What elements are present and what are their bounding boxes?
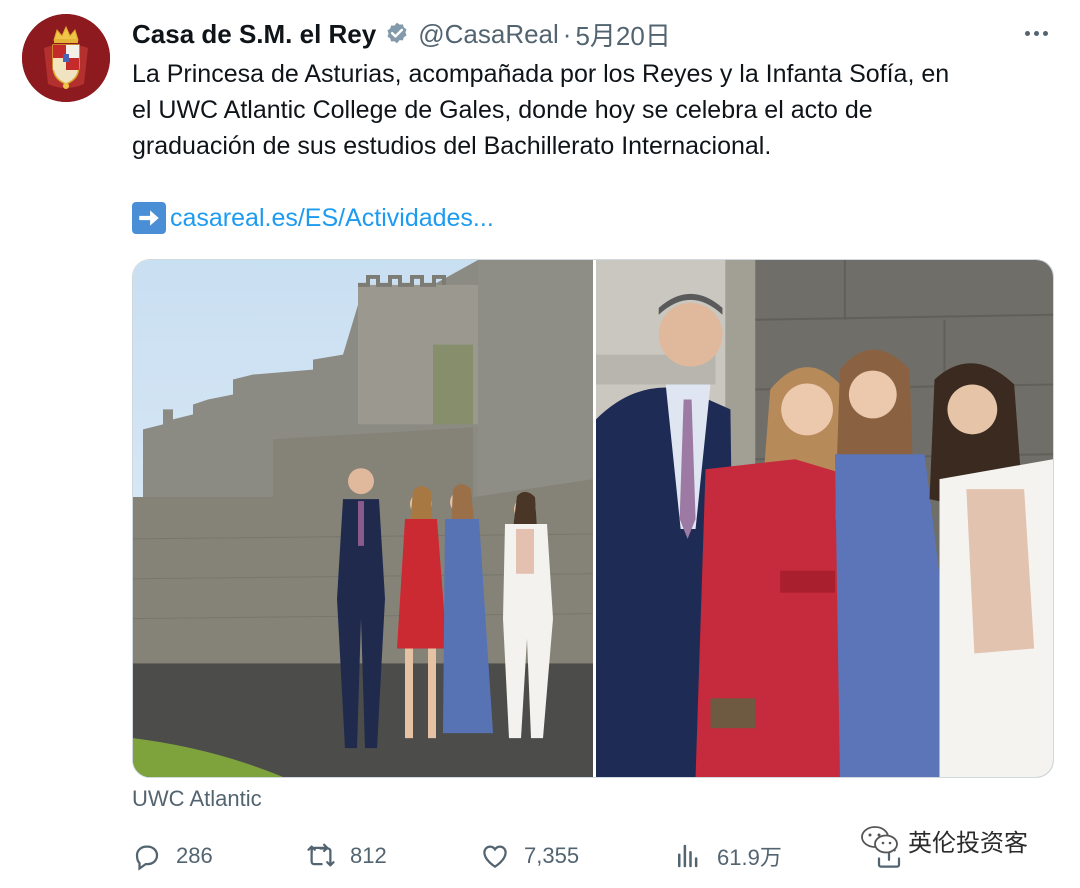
analytics-icon <box>678 844 698 868</box>
coat-of-arms-icon <box>22 14 110 102</box>
tweet-text-line: La Princesa de Asturias, acompañada por … <box>132 60 950 88</box>
like-count: 7,355 <box>524 843 580 868</box>
reply-button[interactable]: 286 <box>132 836 213 876</box>
author-handle[interactable]: @CasaReal <box>418 19 559 50</box>
tweet-media[interactable] <box>132 259 1054 778</box>
wechat-watermark: 英伦投资客 <box>860 822 1028 858</box>
media-location-label[interactable]: UWC Atlantic <box>132 786 262 812</box>
family-closeup-photo-image <box>596 260 1053 777</box>
views-button[interactable]: 61.9万 <box>673 836 782 876</box>
author-avatar[interactable] <box>22 14 110 102</box>
more-options-button[interactable] <box>1020 20 1052 46</box>
dot-icon <box>1024 30 1030 36</box>
external-link[interactable]: casareal.es/ES/Actividades... <box>170 204 494 233</box>
tweet-link-row: casareal.es/ES/Actividades... <box>132 200 494 236</box>
tweet-text-line: graduación de sus estudios del Bachiller… <box>132 132 772 160</box>
dot-icon <box>1033 30 1039 36</box>
reply-count: 286 <box>176 843 213 868</box>
dot-icon <box>1042 30 1048 36</box>
tweet-text-line: el UWC Atlantic College de Gales, donde … <box>132 96 873 124</box>
heart-icon <box>483 845 507 868</box>
header-separator: · <box>562 18 572 49</box>
retweet-count: 812 <box>350 843 387 868</box>
media-photo-2[interactable] <box>596 260 1053 777</box>
views-count: 61.9万 <box>717 845 782 870</box>
tweet-text: La Princesa de Asturias, acompañada por … <box>132 56 1052 164</box>
reply-icon <box>135 845 159 871</box>
tweet-date[interactable]: 5月20日 <box>575 16 670 53</box>
retweet-icon <box>307 843 335 867</box>
media-photo-1[interactable] <box>133 260 593 777</box>
like-button[interactable]: 7,355 <box>480 836 579 876</box>
family-at-castle-photo-image <box>133 260 593 777</box>
wechat-icon <box>861 826 898 854</box>
verified-badge-icon <box>384 21 410 47</box>
watermark-text: 英伦投资客 <box>908 829 1028 857</box>
retweet-button[interactable]: 812 <box>306 836 387 876</box>
right-arrow-icon <box>132 202 166 234</box>
author-display-name[interactable]: Casa de S.M. el Rey <box>132 19 376 50</box>
tweet-header: Casa de S.M. el Rey @CasaReal · 5月20日 <box>132 14 671 54</box>
